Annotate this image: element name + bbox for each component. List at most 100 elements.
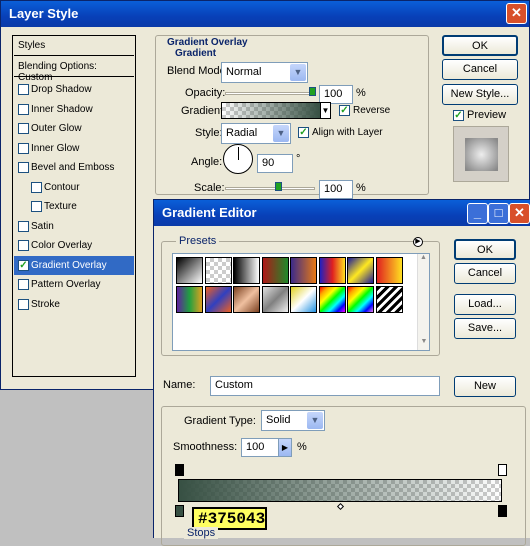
load-button[interactable]: Load... xyxy=(454,294,516,315)
new-button[interactable]: New xyxy=(454,376,516,397)
preset-swatch[interactable] xyxy=(204,285,232,313)
effect-item[interactable]: Bevel and Emboss xyxy=(14,158,134,177)
effect-checkbox[interactable] xyxy=(18,142,29,154)
preset-swatch[interactable] xyxy=(261,285,289,313)
gradient-preview[interactable] xyxy=(221,102,321,119)
effect-checkbox[interactable] xyxy=(31,201,42,212)
effect-label: Satin xyxy=(31,220,54,232)
effect-item[interactable]: ✓ Gradient Overlay xyxy=(14,255,134,275)
close-icon[interactable]: ✕ xyxy=(509,203,530,224)
scale-field[interactable]: 100 xyxy=(319,180,353,199)
close-icon[interactable]: ✕ xyxy=(506,3,527,24)
gradient-type-select[interactable]: Solid ▼ xyxy=(261,410,325,431)
angle-field[interactable]: 90 xyxy=(257,154,293,173)
layer-style-titlebar[interactable]: Layer Style xyxy=(1,1,529,27)
presets-menu-icon[interactable]: ▶ xyxy=(413,237,423,247)
effect-item[interactable]: Stroke xyxy=(14,295,134,314)
effect-item[interactable]: Texture xyxy=(14,197,134,216)
smoothness-arrow-icon[interactable]: ▶ xyxy=(278,438,292,457)
preset-swatch[interactable] xyxy=(347,285,374,313)
style-select[interactable]: Radial ▼ xyxy=(221,123,291,144)
scale-slider-track[interactable] xyxy=(225,187,315,190)
align-with-layer-checkbox[interactable]: ✓ xyxy=(298,127,309,138)
preset-swatch[interactable] xyxy=(347,257,374,284)
preset-swatch[interactable] xyxy=(176,285,203,313)
preset-swatch[interactable] xyxy=(318,257,346,284)
color-stop-left[interactable] xyxy=(175,505,184,517)
save-button[interactable]: Save... xyxy=(454,318,516,339)
smoothness-field[interactable]: 100 xyxy=(241,438,281,457)
stops-label: Stops xyxy=(184,527,219,539)
align-with-layer-label: Align with Layer xyxy=(312,127,383,138)
presets-grid: ▲ ▼ xyxy=(172,253,430,351)
effect-label: Stroke xyxy=(31,298,60,310)
preset-swatch[interactable] xyxy=(375,257,403,284)
effect-item[interactable]: Outer Glow xyxy=(14,119,134,138)
effect-checkbox[interactable] xyxy=(18,84,29,95)
ge-cancel-button[interactable]: Cancel xyxy=(454,263,516,284)
preset-swatch[interactable] xyxy=(290,257,317,284)
blend-mode-select[interactable]: Normal ▼ xyxy=(221,62,308,83)
preset-swatch[interactable] xyxy=(261,257,289,284)
gradient-editor-title: Gradient Editor xyxy=(162,205,257,220)
maximize-icon[interactable]: □ xyxy=(488,203,509,224)
effect-item[interactable]: Contour xyxy=(14,178,134,197)
opacity-slider-thumb[interactable] xyxy=(309,87,316,96)
name-field[interactable]: Custom xyxy=(210,376,440,396)
effect-item[interactable]: Inner Glow xyxy=(14,139,134,158)
chevron-down-icon: ▼ xyxy=(273,125,289,142)
effect-label: Color Overlay xyxy=(31,240,93,251)
opacity-percent: % xyxy=(356,87,366,99)
effect-label: Texture xyxy=(44,201,77,212)
preset-swatch[interactable] xyxy=(176,257,203,284)
scroll-down-icon[interactable]: ▼ xyxy=(418,338,430,350)
ok-button[interactable]: OK xyxy=(442,35,518,56)
preset-swatch[interactable] xyxy=(318,285,346,313)
minimize-icon[interactable]: _ xyxy=(467,203,488,224)
preset-swatch[interactable] xyxy=(375,285,403,313)
preset-swatch[interactable] xyxy=(233,257,260,284)
effect-checkbox[interactable] xyxy=(18,240,29,251)
effect-checkbox[interactable] xyxy=(18,279,29,290)
presets-scrollbar[interactable]: ▲ ▼ xyxy=(417,254,429,350)
preview-checkbox[interactable]: ✓ xyxy=(453,110,464,121)
angle-dial[interactable] xyxy=(223,144,253,174)
opacity-slider-track[interactable] xyxy=(225,92,315,95)
reverse-checkbox[interactable]: ✓ xyxy=(339,105,350,116)
opacity-stop-left[interactable] xyxy=(175,464,184,476)
opacity-stop-right[interactable] xyxy=(498,464,507,476)
preset-swatch[interactable] xyxy=(233,285,260,313)
panel-title: Gradient Overlay xyxy=(165,37,250,48)
effect-checkbox[interactable] xyxy=(18,123,29,134)
effect-checkbox[interactable] xyxy=(18,103,29,115)
effect-label: Gradient Overlay xyxy=(31,259,107,271)
scale-slider-thumb[interactable] xyxy=(275,182,282,191)
effect-item[interactable]: Color Overlay xyxy=(14,236,134,255)
effect-item[interactable]: Inner Shadow xyxy=(14,100,134,119)
group-title: Gradient xyxy=(173,48,219,59)
effect-item[interactable]: Satin xyxy=(14,217,134,236)
ge-ok-button[interactable]: OK xyxy=(454,239,516,260)
effect-checkbox[interactable] xyxy=(31,181,42,193)
gradient-type-value: Solid xyxy=(266,414,291,426)
preset-swatch[interactable] xyxy=(290,285,317,313)
preview-swatch xyxy=(465,138,498,171)
cancel-button[interactable]: Cancel xyxy=(442,59,518,80)
effect-checkbox[interactable] xyxy=(18,298,29,310)
new-style-button[interactable]: New Style... xyxy=(442,84,518,105)
styles-header[interactable]: Styles xyxy=(14,36,134,56)
color-stop-right[interactable] xyxy=(498,505,507,517)
effect-checkbox[interactable] xyxy=(18,162,29,173)
effect-item[interactable]: Drop Shadow xyxy=(14,80,134,99)
effect-item[interactable]: Pattern Overlay xyxy=(14,275,134,294)
preview-label: Preview xyxy=(467,109,507,121)
blending-options-item[interactable]: Blending Options: Custom xyxy=(14,57,134,83)
gradient-label: Gradient: xyxy=(181,105,227,117)
preset-swatch[interactable] xyxy=(204,257,232,284)
effect-checkbox[interactable] xyxy=(18,220,29,232)
scroll-up-icon[interactable]: ▲ xyxy=(418,254,429,266)
effect-checkbox[interactable]: ✓ xyxy=(18,259,29,271)
gradient-dropdown-button[interactable]: ▼ xyxy=(320,102,331,119)
gradient-bar[interactable] xyxy=(178,479,502,502)
effect-label: Outer Glow xyxy=(31,123,82,134)
